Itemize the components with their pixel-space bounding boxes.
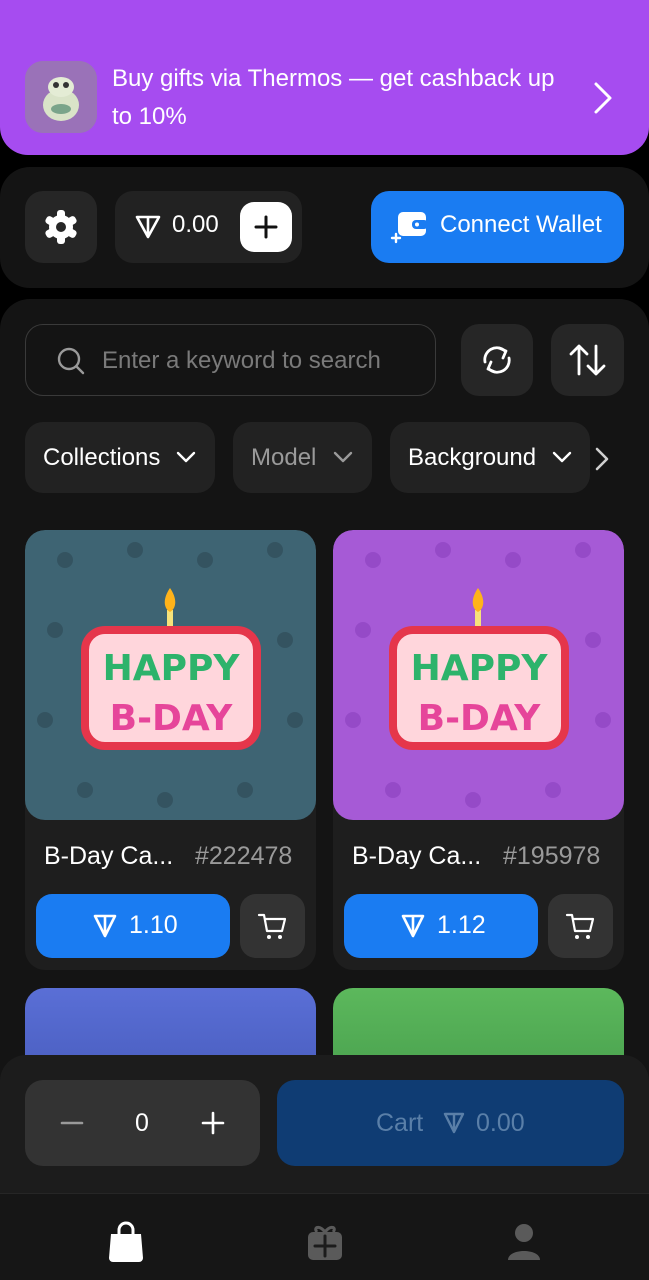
gift-icon[interactable] [305, 1220, 345, 1264]
plus-icon[interactable] [196, 1106, 230, 1140]
filter-model-label: Model [251, 444, 317, 471]
gift-number: #195978 [503, 842, 601, 870]
sort-arrows-icon [569, 344, 606, 376]
chevron-right-icon[interactable] [590, 78, 616, 118]
gift-name: B-Day Ca... [352, 842, 482, 870]
happy-bday-candle-icon: HAPPY B-DAY [333, 530, 624, 820]
filter-collections-label: Collections [43, 444, 161, 471]
settings-button[interactable] [25, 191, 97, 263]
ton-icon [401, 914, 425, 938]
cart-label: Cart [376, 1109, 424, 1137]
quantity-value: 0 [135, 1109, 149, 1137]
gift-number: #222478 [195, 842, 293, 870]
frog-logo-icon [25, 61, 97, 133]
wallet-icon [390, 212, 428, 244]
gift-price: 1.10 [129, 911, 178, 939]
sort-button[interactable] [551, 324, 624, 396]
cart-icon [257, 913, 287, 939]
minus-icon[interactable] [55, 1106, 89, 1140]
ton-icon [135, 215, 161, 239]
add-to-cart-button[interactable] [240, 894, 305, 958]
refresh-icon [483, 346, 511, 374]
chevron-down-icon [552, 451, 572, 463]
add-to-cart-button[interactable] [548, 894, 613, 958]
chevron-down-icon [176, 451, 196, 463]
svg-text:B-DAY: B-DAY [110, 698, 234, 739]
promo-banner-text: Buy gifts via Thermos — get cashback up … [112, 65, 555, 130]
gear-icon [45, 210, 77, 244]
cart-icon [565, 913, 595, 939]
search-input[interactable] [102, 344, 422, 378]
plus-icon [254, 215, 278, 239]
search-icon [57, 347, 85, 375]
cart-total: 0.00 [476, 1109, 525, 1137]
ton-icon [93, 914, 117, 938]
balance-value: 0.00 [172, 211, 219, 238]
chevron-right-icon[interactable] [592, 444, 612, 474]
svg-text:B-DAY: B-DAY [418, 698, 542, 739]
profile-icon[interactable] [504, 1220, 544, 1264]
refresh-button[interactable] [461, 324, 533, 396]
svg-text:HAPPY: HAPPY [103, 648, 241, 689]
add-funds-button[interactable] [240, 202, 292, 252]
chevron-down-icon [333, 451, 353, 463]
connect-wallet-label: Connect Wallet [440, 211, 602, 238]
gift-price: 1.12 [437, 911, 486, 939]
filter-background-label: Background [408, 444, 537, 471]
gift-name: B-Day Ca... [44, 842, 174, 870]
ton-icon [443, 1112, 465, 1134]
happy-bday-candle-icon: HAPPY B-DAY [25, 530, 316, 820]
svg-text:HAPPY: HAPPY [411, 648, 549, 689]
shopping-bag-icon[interactable] [106, 1220, 146, 1264]
